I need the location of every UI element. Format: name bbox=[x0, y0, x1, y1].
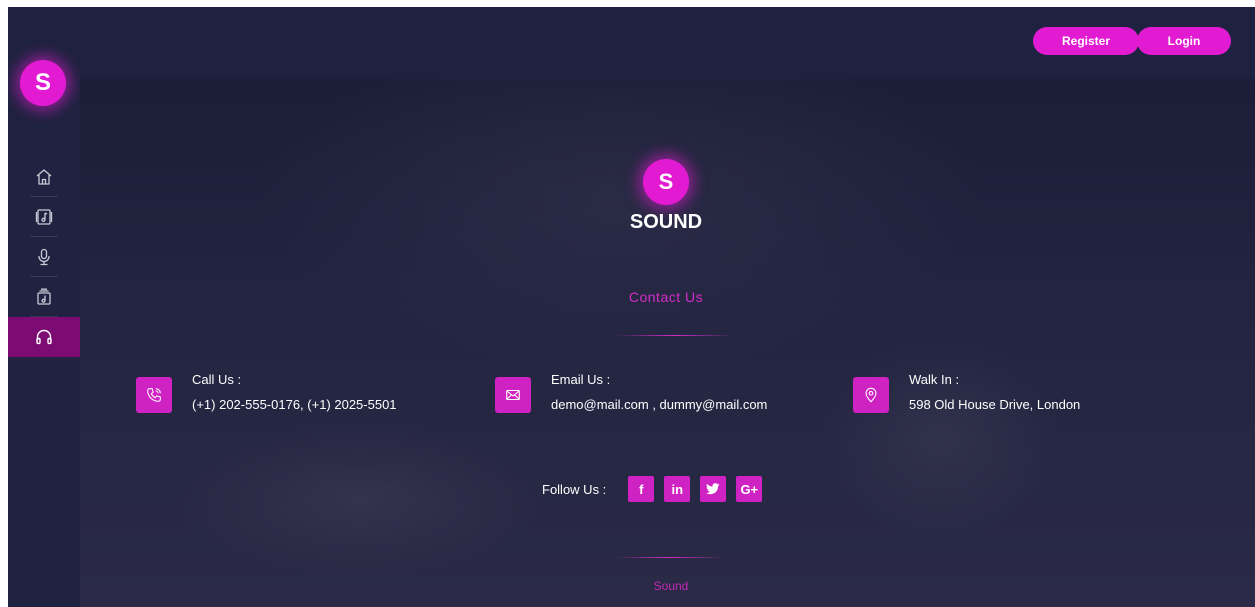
sidebar: S bbox=[8, 7, 80, 607]
contact-section: S SOUND Contact Us Call Us : (+1) 202-55… bbox=[80, 79, 1255, 607]
playlist-icon bbox=[37, 288, 51, 305]
app-frame: S Register Login S SOUND Contact Us Call… bbox=[8, 7, 1255, 607]
register-button[interactable]: Register bbox=[1033, 27, 1139, 55]
sidebar-item-headphones[interactable] bbox=[8, 317, 80, 357]
microphone-icon bbox=[38, 248, 50, 266]
location-icon bbox=[865, 387, 877, 403]
sidebar-item-music-album[interactable] bbox=[8, 197, 80, 237]
mail-icon bbox=[506, 389, 520, 401]
phone-icon bbox=[147, 388, 161, 402]
sidebar-item-playlist[interactable] bbox=[8, 277, 80, 317]
sidebar-logo-letter: S bbox=[34, 69, 51, 96]
follow-us: Follow Us : f in G+ bbox=[542, 476, 772, 502]
contact-title: Contact Us bbox=[628, 289, 704, 305]
sidebar-logo[interactable]: S bbox=[20, 60, 66, 106]
follow-label: Follow Us : bbox=[542, 481, 607, 497]
home-icon bbox=[36, 169, 52, 185]
brand-logo: S bbox=[643, 159, 689, 205]
call-value[interactable]: (+1) 202-555-0176, (+1) 2025-5501 bbox=[192, 397, 397, 412]
email-value[interactable]: demo@mail.com , dummy@mail.com bbox=[551, 397, 767, 412]
email-label: Email Us : bbox=[551, 372, 611, 387]
sidebar-item-microphone[interactable] bbox=[8, 237, 80, 277]
top-header: Register Login bbox=[80, 7, 1255, 79]
twitter-icon bbox=[706, 483, 720, 495]
twitter-link[interactable] bbox=[700, 476, 727, 502]
phone-icon-box[interactable] bbox=[136, 377, 172, 413]
location-value: 598 Old House Drive, London bbox=[909, 397, 1081, 412]
brand-logo-letter: S bbox=[658, 169, 674, 194]
brand-name: SOUND bbox=[629, 211, 703, 233]
login-button[interactable]: Login bbox=[1137, 27, 1231, 55]
location-label: Walk In : bbox=[909, 372, 960, 387]
music-album-icon bbox=[35, 209, 53, 225]
facebook-icon: f bbox=[639, 481, 644, 497]
footer-text: Sound bbox=[653, 579, 689, 593]
footer-divider bbox=[615, 557, 725, 558]
google-plus-link[interactable]: G+ bbox=[736, 476, 763, 502]
title-divider bbox=[615, 335, 735, 336]
mail-icon-box[interactable] bbox=[495, 377, 531, 413]
call-label: Call Us : bbox=[192, 372, 242, 387]
headphones-icon bbox=[36, 329, 52, 345]
linkedin-link[interactable]: in bbox=[664, 476, 691, 502]
location-icon-box[interactable] bbox=[853, 377, 889, 413]
sidebar-nav bbox=[8, 157, 80, 357]
sidebar-item-home[interactable] bbox=[8, 157, 80, 197]
facebook-link[interactable]: f bbox=[628, 476, 655, 502]
linkedin-icon: in bbox=[671, 481, 684, 497]
google-plus-icon: G+ bbox=[740, 481, 759, 497]
